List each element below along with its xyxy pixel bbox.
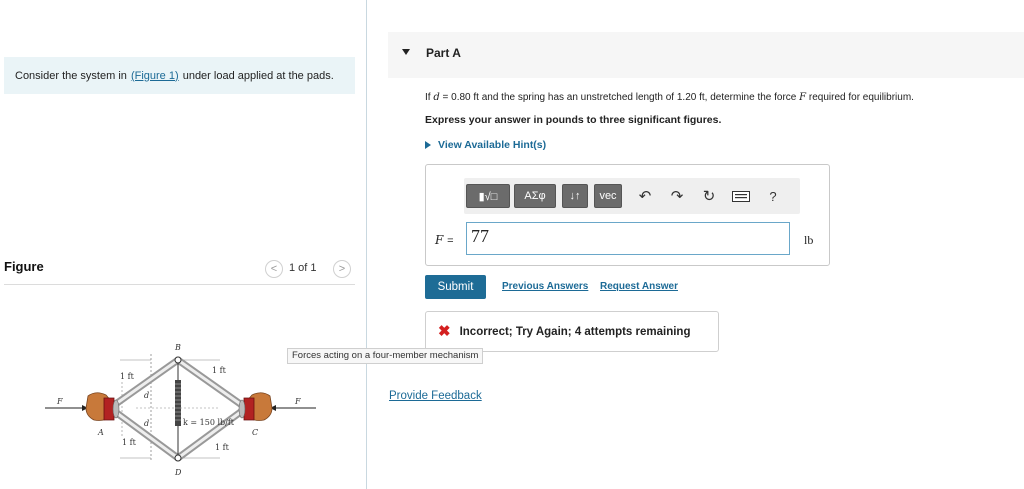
figure-title: Figure: [4, 259, 44, 274]
answer-input[interactable]: 77: [466, 222, 790, 255]
label-b: B: [174, 343, 181, 352]
templates-icon: ▮√□: [478, 190, 498, 203]
close-icon: ✖: [438, 323, 451, 340]
answer-variable-label: F =: [435, 233, 454, 247]
right-hand-pad: [238, 392, 273, 421]
label-f-right: F: [294, 397, 301, 406]
figure-caption: Forces acting on a four-member mechanism: [287, 348, 484, 364]
label-a: A: [97, 428, 104, 437]
feedback-message: Incorrect; Try Again; 4 attempts remaini…: [459, 325, 691, 338]
intro-text-before: Consider the system in: [15, 69, 127, 82]
templates-button[interactable]: ▮√□: [466, 184, 510, 208]
question-f-symbol: F: [799, 92, 807, 103]
arrows-label: ↓↑: [569, 190, 581, 202]
chevron-right-icon: >: [338, 263, 346, 275]
submit-button[interactable]: Submit: [425, 275, 486, 299]
figure-prev-button[interactable]: <: [265, 260, 283, 278]
label-ft-bottom-right: 1 ft: [215, 443, 230, 452]
caret-down-icon[interactable]: [402, 49, 410, 55]
question-suffix: required for equilibrium.: [808, 92, 914, 103]
part-header[interactable]: Part A: [388, 32, 1024, 78]
intro-box: Consider the system in (Figure 1) under …: [4, 57, 355, 94]
label-c: C: [252, 428, 258, 437]
greek-button[interactable]: ΑΣφ: [514, 184, 556, 208]
undo-icon[interactable]: ↶: [635, 187, 655, 205]
mechanism-figure: B D A C F F d d 1 ft 1 ft 1 ft 1 ft k = …: [45, 343, 316, 477]
arrows-button[interactable]: ↓↑: [562, 184, 588, 208]
request-answer-link[interactable]: Request Answer: [600, 281, 678, 292]
part-title: Part A: [426, 46, 461, 60]
figure-header: Figure < 1 of 1 >: [4, 257, 355, 285]
figure-link[interactable]: (Figure 1): [131, 70, 179, 82]
question-text: If d = 0.80 ft and the spring has an uns…: [425, 92, 914, 103]
label-ft-top-left: 1 ft: [120, 372, 135, 381]
question-d-value: = 0.80 ft and the spring has an unstretc…: [439, 92, 797, 103]
hint-label: View Available Hint(s): [438, 139, 547, 151]
question-prefix: If: [425, 92, 431, 103]
figure-next-button[interactable]: >: [333, 260, 351, 278]
answer-variable: F: [435, 233, 444, 247]
label-d-lower: d: [144, 419, 149, 428]
chevron-left-icon: <: [270, 263, 278, 275]
answer-box: ▮√□ ΑΣφ ↓↑ vec ↶ ↷ ↻ ? F = 77 lb: [425, 164, 830, 266]
caret-right-icon: [425, 141, 431, 149]
unit-label: lb: [804, 233, 814, 247]
help-button[interactable]: ?: [763, 187, 783, 205]
reset-icon[interactable]: ↻: [699, 187, 719, 205]
view-hints-link[interactable]: View Available Hint(s): [425, 139, 546, 151]
answer-equals: =: [447, 235, 454, 247]
keyboard-icon[interactable]: [731, 187, 751, 205]
greek-label: ΑΣφ: [524, 190, 546, 202]
intro-text-after: under load applied at the pads.: [182, 69, 334, 82]
label-ft-top-right: 1 ft: [212, 366, 227, 375]
vec-label: vec: [599, 190, 617, 202]
label-d-upper: d: [144, 391, 149, 400]
figure-pager: 1 of 1: [289, 262, 317, 274]
left-hand-pad: [85, 392, 120, 421]
label-ft-bottom-left: 1 ft: [122, 438, 137, 447]
provide-feedback-link[interactable]: Provide Feedback: [389, 390, 482, 402]
vec-button[interactable]: vec: [594, 184, 622, 208]
left-pane: Consider the system in (Figure 1) under …: [0, 0, 366, 489]
instruction-text: Express your answer in pounds to three s…: [425, 114, 722, 126]
label-spring: k = 150 lb/ft: [183, 418, 235, 427]
redo-icon[interactable]: ↷: [667, 187, 687, 205]
label-d: D: [174, 468, 182, 477]
previous-answers-link[interactable]: Previous Answers: [502, 281, 588, 292]
pane-divider[interactable]: [366, 0, 367, 489]
label-f-left: F: [56, 397, 63, 406]
help-label: ?: [769, 188, 777, 204]
math-toolbar: ▮√□ ΑΣφ ↓↑ vec ↶ ↷ ↻ ?: [464, 178, 800, 214]
feedback-box: ✖ Incorrect; Try Again; 4 attempts remai…: [425, 311, 719, 352]
